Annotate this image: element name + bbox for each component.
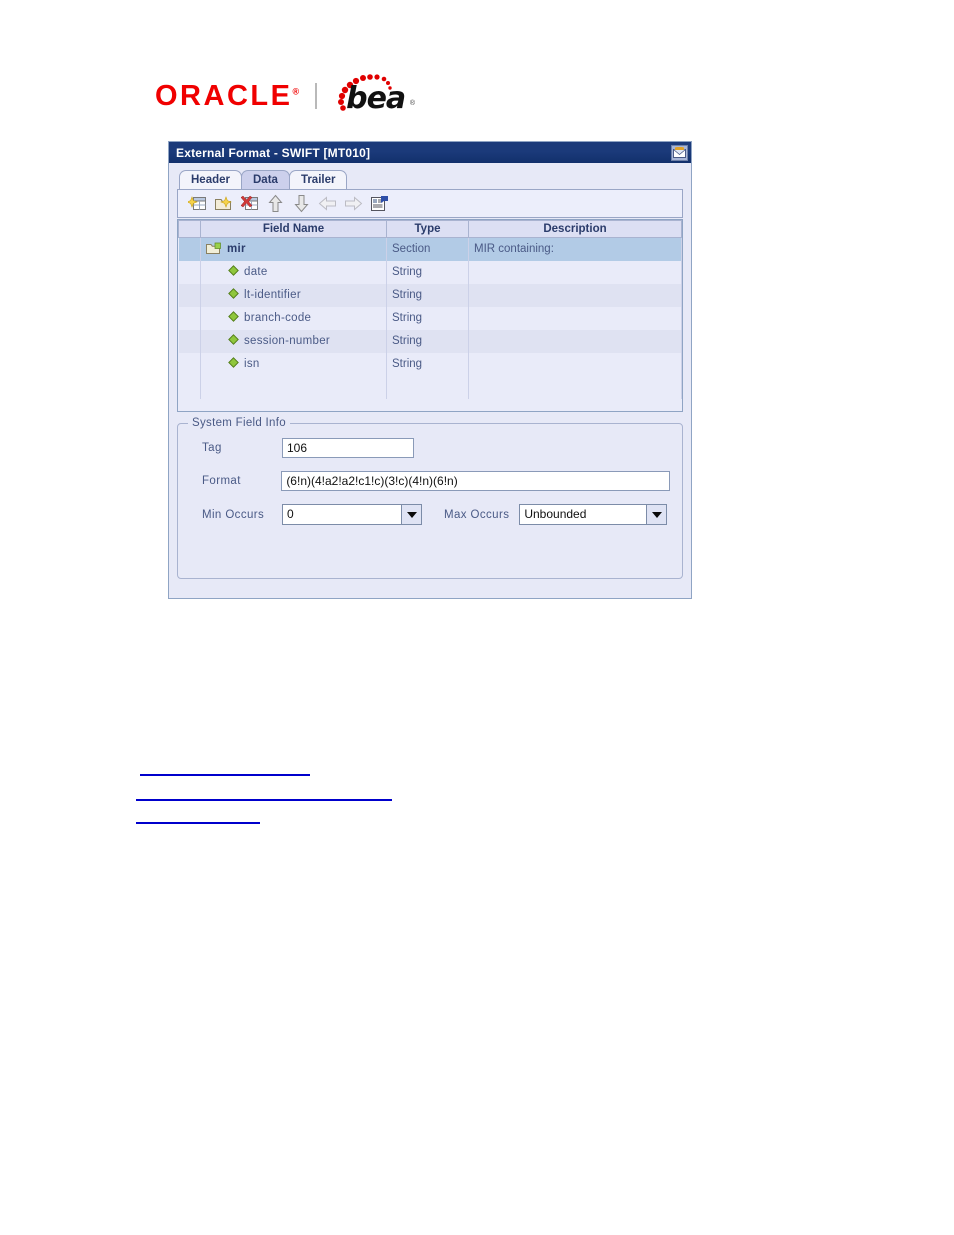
cell-type: String	[386, 283, 469, 307]
tab-data[interactable]: Data	[241, 170, 290, 189]
min-occurs-value: 0	[282, 504, 401, 525]
field-diamond-icon	[228, 334, 239, 348]
cell-description	[468, 329, 682, 353]
format-row: Format (6!n)(4!a2!a2!c1!c)(3!c)(4!n)(6!n…	[190, 471, 670, 491]
cell-field-name: branch-code	[200, 306, 387, 330]
cell-field-name: session-number	[200, 329, 387, 353]
section-folder-icon	[206, 241, 222, 258]
min-occurs-label: Min Occurs	[202, 508, 265, 521]
bea-logo: bea ®	[330, 74, 416, 118]
grid-delete-icon[interactable]	[236, 192, 262, 216]
grid-empty-cell	[386, 375, 469, 399]
arrow-up-icon[interactable]	[262, 192, 288, 216]
external-format-dialog: External Format - SWIFT [MT010] Header D…	[168, 141, 692, 599]
table-row[interactable]: branch-code String	[178, 306, 682, 330]
column-header-handle[interactable]	[178, 220, 201, 238]
cell-description	[468, 260, 682, 284]
tab-strip: Header Data Trailer	[169, 167, 691, 189]
cell-description	[468, 306, 682, 330]
system-field-info-legend: System Field Info	[188, 417, 290, 429]
footer-rule[interactable]	[140, 774, 310, 776]
grid-header-row: Field Name Type Description	[178, 220, 682, 238]
bea-registered-mark: ®	[409, 100, 416, 107]
field-name-text: session-number	[244, 335, 331, 347]
dialog-title: External Format - SWIFT [MT010]	[176, 145, 371, 160]
cell-description	[468, 352, 682, 376]
column-header-type[interactable]: Type	[386, 220, 469, 238]
arrow-down-icon[interactable]	[288, 192, 314, 216]
chevron-down-icon[interactable]	[401, 504, 422, 525]
table-row[interactable]: lt-identifier String	[178, 283, 682, 307]
table-row[interactable]: session-number String	[178, 329, 682, 353]
min-occurs-combobox[interactable]: 0	[282, 504, 422, 525]
tag-label: Tag	[202, 442, 222, 454]
bea-wordmark: bea	[346, 81, 406, 116]
max-occurs-value: Unbounded	[519, 504, 647, 525]
cell-field-name: mir	[200, 237, 387, 261]
occurs-row: Min Occurs 0 Max Occurs Unbounded	[190, 504, 670, 525]
tag-input[interactable]: 106	[282, 438, 414, 458]
field-name-text: isn	[244, 358, 260, 370]
field-name-text: branch-code	[244, 312, 312, 324]
cell-field-name: isn	[200, 352, 387, 376]
logo-divider	[315, 83, 318, 109]
cell-type: String	[386, 260, 469, 284]
grid-empty-area	[178, 375, 682, 399]
field-grid: Field Name Type Description mir Section …	[178, 220, 682, 399]
table-row[interactable]: mir Section MIR containing:	[178, 237, 682, 261]
oracle-wordmark: ORACLE®	[155, 79, 300, 112]
row-handle[interactable]	[178, 237, 201, 261]
column-header-description[interactable]: Description	[468, 220, 682, 238]
field-diamond-icon	[228, 265, 239, 279]
cell-type: String	[386, 306, 469, 330]
field-name-text: mir	[227, 243, 246, 256]
folder-add-icon[interactable]	[210, 192, 236, 216]
field-name-text: date	[244, 266, 268, 278]
grid-empty-cell	[468, 375, 682, 399]
footer-rule[interactable]	[136, 799, 392, 801]
row-handle[interactable]	[178, 329, 201, 353]
footer-rule[interactable]	[136, 822, 260, 824]
oracle-bea-logo: ORACLE® bea ®	[155, 72, 435, 120]
tab-header[interactable]: Header	[179, 170, 242, 189]
grid-toolbar	[177, 189, 683, 218]
max-occurs-label: Max Occurs	[444, 508, 510, 521]
mail-envelope-icon[interactable]	[671, 144, 688, 161]
cell-description: MIR containing:	[468, 237, 682, 261]
field-name-text: lt-identifier	[244, 289, 301, 301]
properties-icon[interactable]	[366, 192, 392, 216]
oracle-registered-mark: ®	[292, 85, 300, 96]
dialog-titlebar: External Format - SWIFT [MT010]	[169, 142, 691, 163]
arrow-left-icon	[314, 192, 340, 216]
tag-row: Tag 106	[190, 438, 670, 458]
row-handle[interactable]	[178, 260, 201, 284]
max-occurs-combobox[interactable]: Unbounded	[519, 504, 668, 525]
field-diamond-icon	[228, 311, 239, 325]
table-row[interactable]: date String	[178, 260, 682, 284]
grid-empty-cell	[200, 375, 387, 399]
table-row[interactable]: isn String	[178, 352, 682, 376]
field-diamond-icon	[228, 288, 239, 302]
field-grid-container[interactable]: Field Name Type Description mir Section …	[177, 219, 683, 412]
cell-field-name: date	[200, 260, 387, 284]
field-diamond-icon	[228, 357, 239, 371]
row-handle[interactable]	[178, 283, 201, 307]
grid-add-icon[interactable]	[184, 192, 210, 216]
cell-type: Section	[386, 237, 469, 261]
cell-description	[468, 283, 682, 307]
tab-trailer[interactable]: Trailer	[288, 170, 348, 189]
row-handle[interactable]	[178, 352, 201, 376]
row-handle[interactable]	[178, 306, 201, 330]
format-input[interactable]: (6!n)(4!a2!a2!c1!c)(3!c)(4!n)(6!n)	[281, 471, 670, 491]
arrow-right-icon	[340, 192, 366, 216]
tab-strip-filler	[346, 188, 691, 189]
cell-field-name: lt-identifier	[200, 283, 387, 307]
format-label: Format	[202, 475, 241, 487]
cell-type: String	[386, 329, 469, 353]
chevron-down-icon[interactable]	[646, 504, 668, 525]
system-field-info-group: System Field Info Tag 106 Format (6!n)(4…	[177, 417, 683, 579]
cell-type: String	[386, 352, 469, 376]
grid-empty-cell	[178, 375, 201, 399]
column-header-field-name[interactable]: Field Name	[200, 220, 387, 238]
